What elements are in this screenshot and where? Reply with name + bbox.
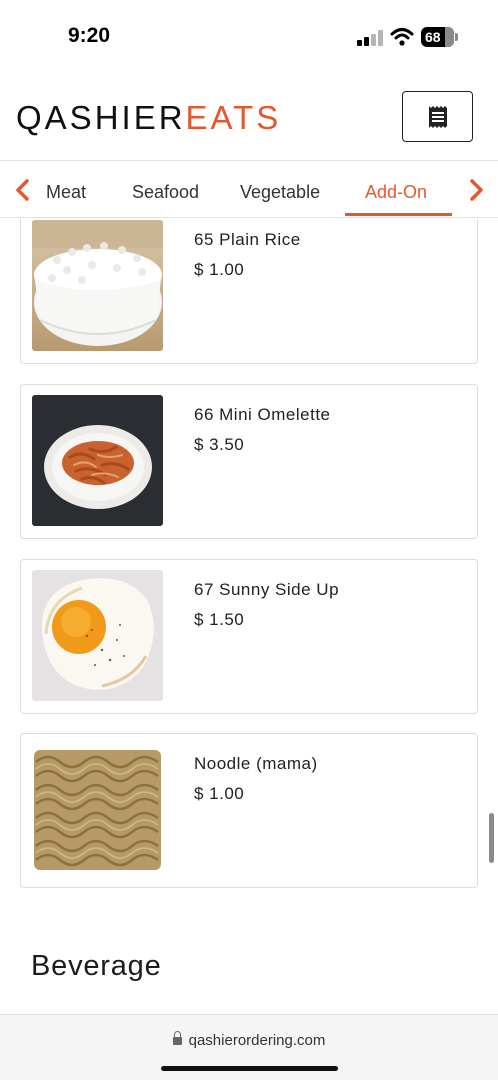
instant-noodle-photo [32,744,163,875]
menu-item-list: 65 Plain Rice $ 1.00 66 Mini Omelette $ … [0,219,498,1014]
item-price: $ 1.00 [194,260,245,279]
tab-vegetable[interactable]: Vegetable [240,182,320,203]
battery-cap [455,33,458,41]
chevron-right-icon [470,179,483,201]
menu-item-card[interactable]: 67 Sunny Side Up $ 1.50 [20,559,478,714]
category-nav: Meat Seafood Vegetable Add-On [0,162,498,218]
order-menu-button[interactable] [402,91,473,142]
home-indicator[interactable] [161,1066,338,1071]
cellular-signal-icon [357,30,383,46]
battery-level: 68 [425,29,441,45]
status-bar: 9:20 68 [0,0,498,72]
logo-text-qashier: QASHIER [16,99,186,136]
item-name: 65 Plain Rice [194,230,301,249]
tab-add-on[interactable]: Add-On [365,182,427,203]
plain-rice-photo [32,220,163,351]
item-name: Noodle (mama) [194,754,318,773]
menu-item-card[interactable]: Noodle (mama) $ 1.00 [20,733,478,888]
menu-item-card[interactable]: 66 Mini Omelette $ 3.50 [20,384,478,539]
battery-icon: 68 [421,27,454,47]
url-text: qashierordering.com [188,1032,326,1049]
scrollbar[interactable] [489,813,494,863]
mini-omelette-photo [32,395,163,526]
app-header: QASHIEREATS [0,72,498,161]
category-prev-button[interactable] [14,178,32,202]
tab-meat[interactable]: Meat [46,182,86,203]
active-tab-indicator [345,213,452,216]
wifi-icon [390,27,414,47]
category-next-button[interactable] [467,178,485,202]
item-price: $ 1.00 [194,784,245,803]
browser-address-bar[interactable]: qashierordering.com [0,1014,498,1080]
brand-logo[interactable]: QASHIEREATS [16,99,281,137]
item-name: 67 Sunny Side Up [194,580,340,599]
logo-text-eats: EATS [185,99,282,136]
tab-seafood[interactable]: Seafood [132,182,199,203]
lock-icon [172,1031,182,1045]
sunny-side-up-photo [32,570,163,701]
chevron-left-icon [16,179,29,201]
receipt-icon [429,106,447,128]
item-price: $ 1.50 [194,610,245,629]
status-time: 9:20 [68,24,111,47]
item-name: 66 Mini Omelette [194,405,331,424]
menu-item-card[interactable]: 65 Plain Rice $ 1.00 [20,219,478,364]
url-display[interactable]: qashierordering.com [0,1031,498,1049]
item-price: $ 3.50 [194,435,245,454]
section-title-beverage: Beverage [31,950,162,982]
